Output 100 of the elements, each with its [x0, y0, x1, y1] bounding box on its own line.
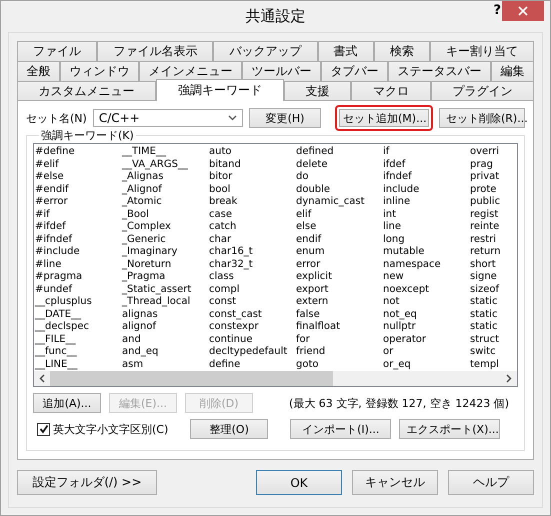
set-button[interactable]: 変更(H) [249, 108, 321, 128]
tab[interactable]: タブバー [321, 61, 388, 81]
keyword-item[interactable]: prag [470, 158, 493, 171]
keyword-item[interactable]: bitor [209, 171, 232, 184]
keyword-item[interactable]: false [296, 308, 320, 321]
keyword-item[interactable]: ifdef [383, 158, 406, 171]
keyword-item[interactable]: delete [296, 158, 328, 171]
dialog-button[interactable]: OK [256, 470, 342, 495]
keyword-item[interactable]: signe [470, 271, 497, 284]
horizontal-scrollbar[interactable] [34, 371, 517, 386]
keyword-item[interactable]: #error [35, 196, 68, 208]
keyword-item[interactable]: __LINE__ [35, 358, 78, 371]
keyword-item[interactable]: __VA_ARGS__ [122, 158, 188, 171]
keyword-item[interactable]: include [383, 184, 420, 196]
keyword-item[interactable]: new [383, 271, 404, 284]
dialog-button[interactable]: ヘルプ [448, 470, 534, 495]
keyword-item[interactable]: __TIME__ [122, 146, 166, 158]
keyword-item[interactable]: line [383, 221, 402, 234]
keyword-item[interactable]: _Bool [122, 208, 149, 221]
import-export-button[interactable]: インポート(I)... [290, 419, 392, 439]
keyword-item[interactable]: noexcept [383, 284, 430, 296]
keyword-item[interactable]: __cplusplus [35, 296, 92, 308]
keyword-item[interactable]: const [209, 296, 236, 308]
close-icon[interactable] [518, 6, 528, 16]
keyword-item[interactable]: const_cast [209, 308, 262, 321]
keyword-item[interactable]: asm [122, 358, 144, 371]
tab[interactable]: ステータスバー [388, 61, 491, 81]
keyword-item[interactable]: char32_t [209, 258, 253, 271]
keyword-item[interactable]: for [296, 334, 310, 346]
keyword-item[interactable]: alignof [122, 321, 156, 334]
keyword-item[interactable]: case [209, 208, 232, 221]
keyword-item[interactable]: __declspec [35, 321, 89, 334]
keyword-item[interactable]: #include [35, 246, 80, 258]
keyword-item[interactable]: extern [296, 296, 328, 308]
keyword-item[interactable]: static [470, 308, 498, 321]
keyword-item[interactable]: _Noreturn [122, 258, 172, 271]
keyword-item[interactable]: short [470, 258, 496, 271]
keyword-item[interactable]: #elif [35, 158, 59, 171]
keyword-item[interactable]: mutable [383, 246, 424, 258]
keyword-item[interactable]: continue [209, 334, 252, 346]
keyword-item[interactable]: ifndef [383, 171, 412, 184]
keyword-item[interactable]: restri [470, 234, 496, 246]
arrange-button[interactable]: 整理(O) [190, 419, 268, 439]
checkbox[interactable] [37, 422, 50, 436]
keyword-item[interactable]: return [470, 246, 501, 258]
keyword-item[interactable]: __func__ [35, 346, 77, 358]
dialog-button[interactable]: キャンセル [352, 470, 438, 495]
keyword-item[interactable]: not [383, 296, 400, 308]
keyword-item[interactable]: _Thread_local [122, 296, 190, 308]
keyword-item[interactable]: int [383, 208, 396, 221]
keyword-item[interactable]: friend [296, 346, 326, 358]
keyword-item[interactable]: or [383, 346, 394, 358]
tab[interactable]: 支援 [284, 81, 352, 101]
scroll-left-icon[interactable] [39, 374, 45, 383]
keyword-item[interactable]: catch [209, 221, 236, 234]
keyword-item[interactable]: and_eq [122, 346, 158, 358]
keyword-item[interactable]: decltypedefault [209, 346, 288, 358]
close-button[interactable] [502, 1, 544, 21]
keyword-item[interactable]: auto [209, 146, 232, 158]
keyword-item[interactable]: dynamic_cast [296, 196, 365, 208]
keyword-item[interactable]: #if [35, 208, 50, 221]
scroll-right-icon[interactable] [506, 374, 512, 383]
tab[interactable]: 強調キーワード [156, 79, 284, 101]
keyword-item[interactable]: #ifndef [35, 234, 72, 246]
keyword-item[interactable]: bitand [209, 158, 241, 171]
keyword-item[interactable]: endif [296, 234, 322, 246]
keyword-item[interactable]: _Atomic [122, 196, 162, 208]
scroll-thumb[interactable] [50, 371, 333, 386]
keyword-item[interactable]: char [209, 234, 232, 246]
keyword-item[interactable]: break [209, 196, 238, 208]
set-button[interactable]: セット追加(M)... [335, 105, 433, 131]
tab[interactable]: 編集 [491, 61, 534, 81]
keyword-item[interactable]: if [383, 146, 390, 158]
keyword-item[interactable]: prote [470, 184, 496, 196]
keyword-item[interactable]: _Complex [122, 221, 171, 234]
keyword-item[interactable]: constexpr [209, 321, 258, 334]
tab[interactable]: 全般 [17, 61, 60, 81]
set-name-dropdown[interactable]: C/C++ [92, 109, 244, 127]
help-button[interactable]: ? [489, 3, 505, 18]
settings-folder-button[interactable]: 設定フォルダ(/) >> [17, 470, 157, 495]
keyword-item[interactable]: char16_t [209, 246, 253, 258]
keyword-item[interactable]: regist [470, 208, 498, 221]
tab[interactable]: マクロ [351, 81, 431, 101]
tab[interactable]: ウィンドウ [60, 61, 139, 81]
keyword-item[interactable]: do [296, 171, 308, 184]
keyword-item[interactable]: namespace [383, 258, 441, 271]
case-checkbox[interactable]: 英大文字小文字区別(C) [37, 422, 168, 436]
keyword-item[interactable]: #pragma [35, 271, 82, 284]
keyword-item[interactable]: export [296, 284, 328, 296]
keyword-item[interactable]: or_eq [383, 358, 411, 371]
list-button[interactable]: 追加(A)... [33, 393, 101, 413]
tab[interactable]: 検索 [374, 41, 430, 61]
keyword-item[interactable]: _Static_assert [122, 284, 192, 296]
keyword-item[interactable]: #ifdef [35, 221, 66, 234]
keyword-item[interactable]: #else [35, 171, 64, 184]
keyword-item[interactable]: __FILE__ [35, 334, 76, 346]
import-export-button[interactable]: エクスポート(X)... [399, 419, 500, 439]
keyword-item[interactable]: #line [35, 258, 62, 271]
keyword-item[interactable]: overri [470, 146, 500, 158]
keyword-item[interactable]: _Alignas [122, 171, 164, 184]
